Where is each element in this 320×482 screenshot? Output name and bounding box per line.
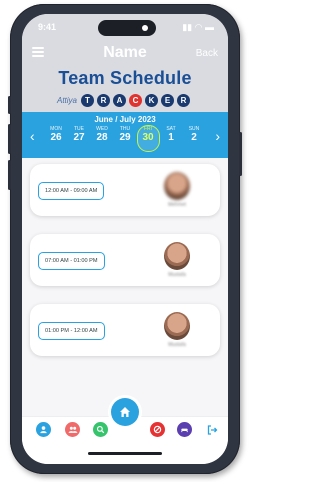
shift-card[interactable]: 12:00 AM - 09:00 AM Mehmet	[30, 164, 220, 216]
status-bar: 9:41 ▮▮ ◠ ▬	[22, 14, 228, 40]
shift-time: 07:00 AM - 01:00 PM	[38, 252, 105, 270]
side-button-volume-down	[8, 160, 11, 190]
side-button-mute	[8, 96, 11, 114]
brand-letter: C	[129, 93, 142, 107]
home-icon	[120, 407, 130, 417]
profile-icon[interactable]	[36, 422, 51, 437]
brand-letter: A	[113, 93, 126, 107]
brand-letter: K	[145, 93, 158, 107]
search-user-icon[interactable]	[93, 422, 108, 437]
day-thu[interactable]: THU 29	[115, 126, 135, 154]
day-sat[interactable]: SAT 1	[161, 126, 181, 154]
day-tue[interactable]: TUE 27	[69, 126, 89, 154]
next-week-chevron-right-icon[interactable]: ›	[215, 128, 220, 144]
dynamic-island	[98, 20, 156, 36]
shift-card[interactable]: 07:00 AM - 01:00 PM Mustafa	[30, 234, 220, 286]
brand-word: Attiya	[56, 95, 77, 105]
block-icon[interactable]	[150, 422, 165, 437]
day-list: MON 26 TUE 27 WED 28 THU 29 FRI 30 SAT 1 SUN 2	[46, 125, 204, 154]
avatar	[164, 172, 190, 200]
day-sun[interactable]: SUN 2	[184, 126, 204, 154]
home-indicator	[88, 452, 162, 455]
brand-letter: R	[177, 93, 190, 107]
week-calendar: June / July 2023 ‹ MON 26 TUE 27 WED 28 THU…	[22, 112, 228, 158]
side-button-power	[239, 132, 242, 176]
avatar	[164, 312, 190, 340]
avatar	[164, 242, 190, 270]
home-button[interactable]	[111, 398, 139, 426]
brand-letter: E	[161, 93, 174, 107]
status-time: 9:41	[38, 22, 57, 32]
brand-letter: T	[81, 93, 94, 107]
nav-bar: Name Back	[22, 42, 228, 64]
team-icon[interactable]	[65, 422, 80, 437]
logout-icon[interactable]	[204, 422, 219, 437]
camera-icon	[142, 25, 148, 31]
back-button[interactable]: Back	[196, 48, 218, 59]
brand-logo: Attiya T R A C K E R	[22, 92, 228, 108]
shift-time: 12:00 AM - 09:00 AM	[38, 182, 105, 200]
shift-card[interactable]: 01:00 PM - 12:00 AM Mustafa	[30, 304, 220, 356]
person-name: Mustafa	[168, 272, 186, 278]
app-screen: 9:41 ▮▮ ◠ ▬ Name Back Team Schedule Atti…	[22, 14, 228, 464]
bed-icon[interactable]	[177, 422, 192, 437]
side-button-volume-up	[8, 124, 11, 154]
day-wed[interactable]: WED 28	[92, 126, 112, 154]
status-icons: ▮▮ ◠ ▬	[182, 22, 214, 32]
prev-week-chevron-left-icon[interactable]: ‹	[30, 128, 35, 144]
brand-letter: R	[97, 93, 110, 107]
month-label: June / July 2023	[94, 115, 156, 124]
page-title: Team Schedule	[58, 68, 192, 88]
person-name: Mustafa	[168, 342, 186, 348]
shift-time: 01:00 PM - 12:00 AM	[38, 322, 105, 340]
day-fri-selected[interactable]: FRI 30	[137, 125, 160, 154]
day-mon[interactable]: MON 26	[46, 126, 66, 154]
person-name: Mehmet	[167, 202, 187, 208]
